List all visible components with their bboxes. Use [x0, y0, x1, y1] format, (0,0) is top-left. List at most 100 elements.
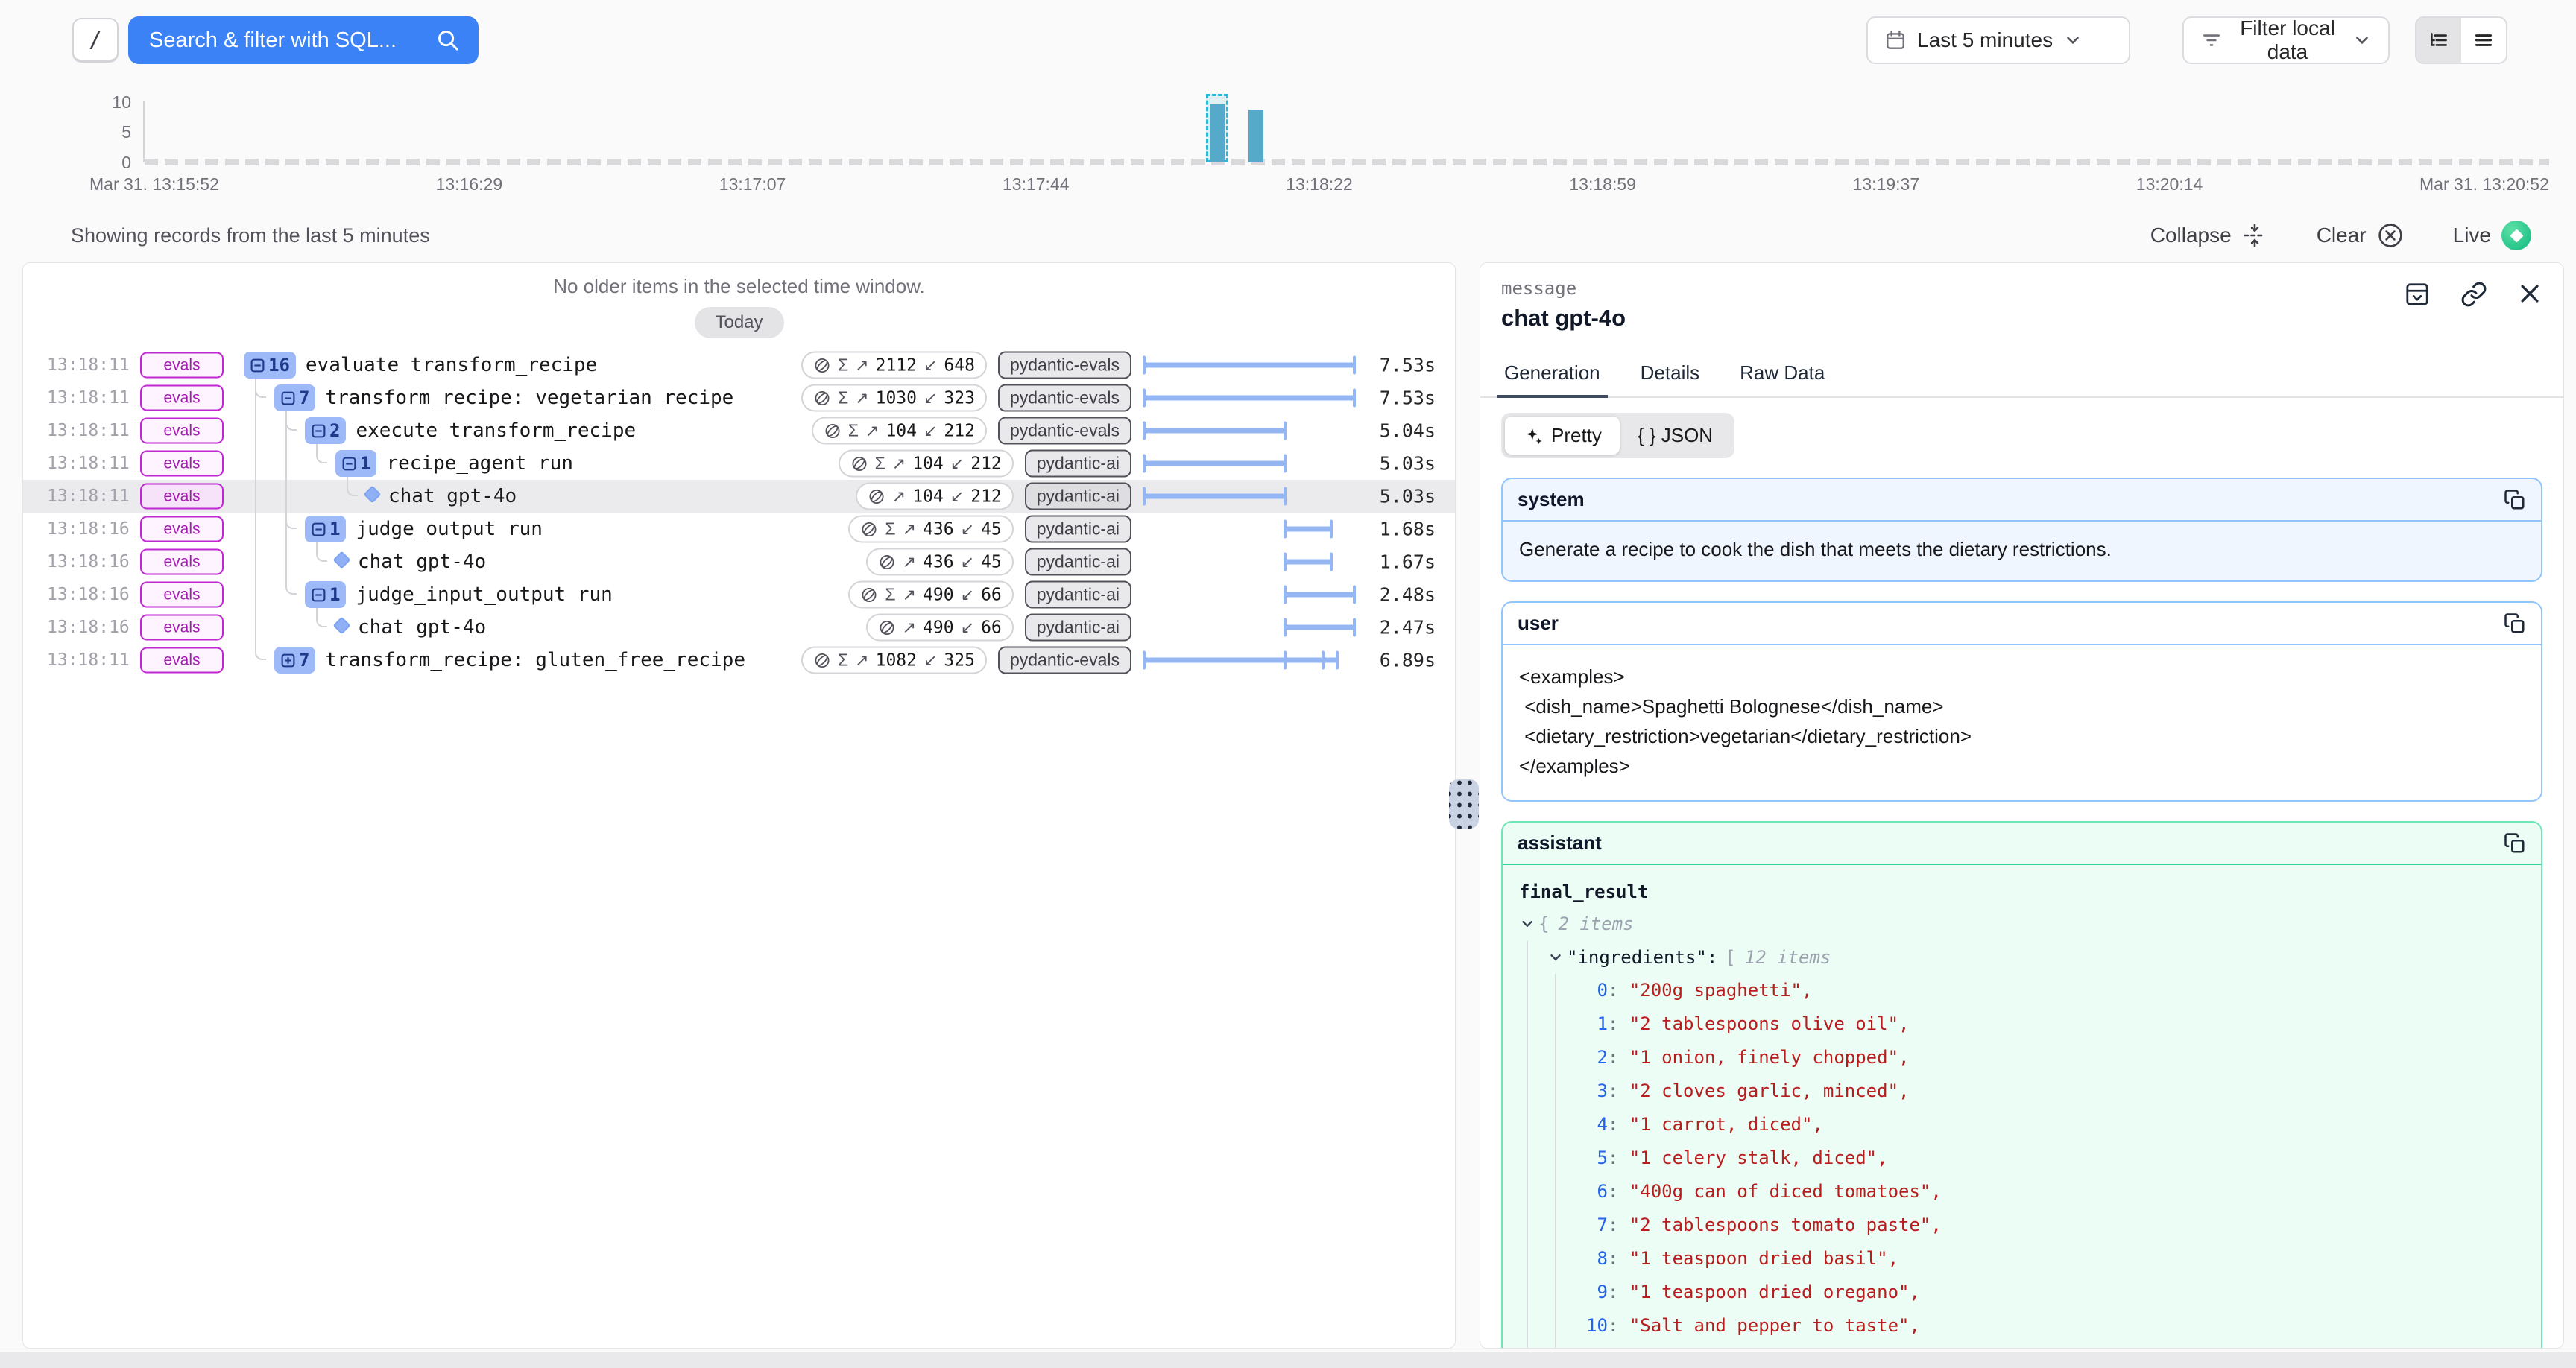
close-icon[interactable]: [2517, 281, 2542, 308]
tab-raw-data[interactable]: Raw Data: [1737, 354, 1828, 396]
table-row[interactable]: 13:18:11 evals 7 transform_recipe: glute…: [23, 644, 1455, 677]
duration-bar: [1144, 611, 1354, 644]
clear-button[interactable]: Clear: [2317, 222, 2404, 249]
evals-badge[interactable]: evals: [140, 451, 224, 477]
json-key: "ingredients":: [1567, 947, 1717, 968]
evals-badge[interactable]: evals: [140, 516, 224, 542]
table-row[interactable]: 13:18:16 evals chat gpt-4o ↗490↙66 pydan…: [23, 611, 1455, 644]
chart-x-axis: Mar 31. 13:15:5213:16:2913:17:0713:17:44…: [89, 174, 2549, 194]
span-label[interactable]: evaluate transform_recipe: [306, 354, 597, 376]
pretty-view-button[interactable]: Pretty: [1505, 417, 1620, 455]
token-usage-pill: Σ↗1082↙325: [801, 647, 987, 674]
table-row[interactable]: 13:18:16 evals chat gpt-4o ↗436↙45 pydan…: [23, 545, 1455, 578]
table-row[interactable]: 13:18:11 evals 16 evaluate transform_rec…: [23, 349, 1455, 381]
sparkle-icon: [1523, 425, 1544, 446]
tree-connector: [316, 443, 327, 463]
collapse-toggle[interactable]: 1: [305, 581, 346, 608]
render-mode-toggle: Pretty { } JSON: [1501, 413, 1734, 458]
collapse-toggle[interactable]: 7: [274, 384, 315, 411]
table-row[interactable]: 13:18:16 evals 1 judge_input_output run …: [23, 578, 1455, 611]
evals-badge[interactable]: evals: [140, 615, 224, 641]
package-badge: pydantic-evals: [998, 647, 1131, 674]
live-toggle[interactable]: Live: [2453, 221, 2531, 250]
evals-badge[interactable]: evals: [140, 385, 224, 411]
slash-shortcut-key[interactable]: /: [72, 18, 119, 63]
tab-details[interactable]: Details: [1638, 354, 1702, 396]
tokens-sent-icon: ↗: [855, 355, 868, 375]
row-timestamp: 13:18:11: [47, 454, 130, 473]
tokens-received-icon: ↙: [924, 650, 937, 670]
token-usage-pill: ↗104↙212: [856, 483, 1014, 510]
collapse-caret-icon[interactable]: [1547, 949, 1567, 966]
tree-view-button[interactable]: [2416, 18, 2461, 63]
dock-view-icon[interactable]: [2404, 281, 2431, 308]
token-usage-pill: Σ↗104↙212: [812, 417, 987, 445]
duration-bar: [1144, 381, 1354, 414]
tab-generation[interactable]: Generation: [1501, 354, 1603, 396]
token-usage-pill: ↗436↙45: [866, 548, 1014, 576]
table-row[interactable]: 13:18:11 evals 7 transform_recipe: veget…: [23, 381, 1455, 414]
collapse-toggle[interactable]: 16: [244, 352, 296, 379]
collapse-toggle[interactable]: 2: [305, 417, 346, 444]
table-row[interactable]: 13:18:11 evals 1 recipe_agent run Σ↗104↙…: [23, 447, 1455, 480]
search-button[interactable]: Search & filter with SQL...: [128, 16, 479, 64]
evals-badge[interactable]: evals: [140, 352, 224, 379]
json-index: 1: [1586, 1007, 1608, 1041]
span-label[interactable]: judge_input_output run: [356, 583, 612, 606]
collapse-toggle[interactable]: 1: [305, 516, 346, 542]
span-label[interactable]: chat gpt-4o: [388, 485, 517, 507]
span-label[interactable]: judge_output run: [356, 518, 542, 540]
evals-badge[interactable]: evals: [140, 549, 224, 575]
evals-badge[interactable]: evals: [140, 484, 224, 510]
collapse-caret-icon[interactable]: [1519, 916, 1538, 932]
pretty-label: Pretty: [1551, 424, 1602, 447]
histogram-bar[interactable]: [1210, 104, 1225, 162]
table-row[interactable]: 13:18:11 evals chat gpt-4o ↗104↙212 pyda…: [23, 480, 1455, 513]
duration-value: 7.53s: [1380, 387, 1436, 409]
json-array-item: 0: "200g spaghetti",: [1586, 974, 2525, 1007]
copy-link-icon[interactable]: [2460, 281, 2487, 308]
copy-icon[interactable]: [2504, 612, 2526, 635]
collapse-button[interactable]: Collapse: [2150, 223, 2267, 248]
span-label[interactable]: execute transform_recipe: [356, 419, 636, 442]
json-view-button[interactable]: { } JSON: [1620, 417, 1731, 455]
x-tick-label: 13:18:59: [1569, 174, 1636, 194]
time-range-dropdown[interactable]: Last 5 minutes: [1866, 16, 2130, 64]
token-usage-pill: Σ↗1030↙323: [801, 384, 987, 412]
package-badge: pydantic-evals: [998, 352, 1131, 379]
copy-icon[interactable]: [2504, 489, 2526, 511]
evals-badge[interactable]: evals: [140, 582, 224, 608]
span-label[interactable]: transform_recipe: vegetarian_recipe: [325, 387, 733, 409]
span-label[interactable]: chat gpt-4o: [358, 616, 486, 639]
token-coin-icon: [824, 422, 842, 440]
activity-histogram: 10 5 0 Mar 31. 13:15:5213:16:2913:17:071…: [0, 95, 2576, 200]
ingredients-list: 0: "200g spaghetti",1: "2 tablespoons ol…: [1555, 974, 2525, 1349]
row-timestamp: 13:18:16: [47, 585, 130, 604]
date-pill[interactable]: Today: [695, 307, 784, 338]
expand-toggle[interactable]: 7: [274, 647, 315, 674]
token-coin-icon: [860, 520, 878, 538]
token-coin-icon: [850, 455, 868, 472]
histogram-bar[interactable]: [1248, 110, 1263, 162]
table-row[interactable]: 13:18:11 evals 2 execute transform_recip…: [23, 414, 1455, 447]
live-label: Live: [2453, 224, 2491, 247]
panel-resize-handle[interactable]: [1449, 779, 1479, 829]
tree-connector: [316, 541, 327, 562]
collapse-toggle[interactable]: 1: [335, 450, 376, 477]
filter-dropdown[interactable]: Filter local data: [2182, 16, 2390, 64]
duration-value: 7.53s: [1380, 355, 1436, 376]
duration-bar: [1144, 349, 1354, 381]
tokens-received-icon: ↙: [950, 487, 964, 506]
evals-badge[interactable]: evals: [140, 647, 224, 674]
copy-icon[interactable]: [2504, 832, 2526, 855]
chart-plot[interactable]: [143, 101, 2549, 162]
span-label[interactable]: chat gpt-4o: [358, 551, 486, 573]
span-label[interactable]: transform_recipe: gluten_free_recipe: [325, 649, 745, 671]
json-array-item: 8: "1 teaspoon dried basil",: [1586, 1242, 2525, 1276]
list-view-button[interactable]: [2461, 18, 2506, 63]
evals-badge[interactable]: evals: [140, 418, 224, 444]
package-badge: pydantic-ai: [1025, 614, 1131, 642]
table-row[interactable]: 13:18:16 evals 1 judge_output run Σ↗436↙…: [23, 513, 1455, 545]
span-label[interactable]: recipe_agent run: [386, 452, 572, 475]
json-string: "1 teaspoon dried basil",: [1629, 1248, 1898, 1269]
